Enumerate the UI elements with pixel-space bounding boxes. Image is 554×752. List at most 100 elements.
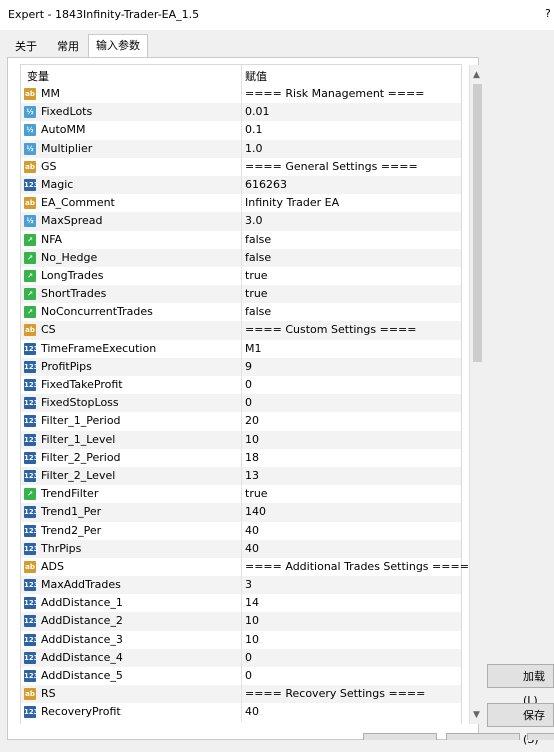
parameter-value[interactable]: 40: [245, 542, 259, 555]
parameter-row[interactable]: 123 RecoveryProfit 40: [21, 703, 461, 722]
ok-button[interactable]: [363, 733, 437, 740]
parameter-row[interactable]: 123 Filter_2_Period 18: [21, 448, 461, 467]
parameter-row[interactable]: 123 TimeFrameExecution M1: [21, 339, 461, 358]
parameter-row[interactable]: ab GS ==== General Settings ====: [21, 157, 461, 176]
parameter-row[interactable]: 123 ProfitPips 9: [21, 357, 461, 376]
parameter-value[interactable]: 14: [245, 596, 259, 609]
save-button[interactable]: 保存(S): [487, 703, 554, 746]
parameter-row[interactable]: 123 AddDistance_1 14: [21, 594, 461, 613]
parameter-row[interactable]: 123 Trend2_Per 40: [21, 521, 461, 540]
parameter-row[interactable]: ↗ NFA false: [21, 230, 461, 249]
parameter-row[interactable]: 123 MaxAddTrades 3: [21, 576, 461, 595]
parameter-value[interactable]: false: [245, 251, 271, 264]
parameter-row[interactable]: ab MM ==== Risk Management ====: [21, 85, 461, 104]
parameter-value[interactable]: ==== General Settings ====: [245, 160, 418, 173]
parameter-value[interactable]: false: [245, 305, 271, 318]
parameter-value[interactable]: 13: [245, 469, 259, 482]
help-button[interactable]: ?: [545, 7, 551, 20]
parameter-value[interactable]: 40: [245, 705, 259, 718]
bool-type-icon: ↗: [24, 288, 36, 301]
column-separator: [241, 121, 242, 140]
parameter-value[interactable]: 0: [245, 378, 252, 391]
parameter-value[interactable]: 0.1: [245, 123, 263, 136]
parameter-value[interactable]: 40: [245, 524, 259, 537]
parameter-value[interactable]: M1: [245, 342, 262, 355]
parameter-value[interactable]: 0: [245, 651, 252, 664]
header-value[interactable]: 赋值: [245, 68, 267, 84]
parameter-value[interactable]: 3: [245, 578, 252, 591]
parameter-row[interactable]: 123 AddDistance_4 0: [21, 648, 461, 667]
parameter-name: LongTrades: [41, 268, 104, 282]
parameter-value[interactable]: 616263: [245, 178, 287, 191]
parameter-row[interactable]: ½ FixedLots 0.01: [21, 103, 461, 122]
integer-type-icon: 123: [24, 397, 39, 410]
parameter-row[interactable]: ↗ NoConcurrentTrades false: [21, 303, 461, 322]
parameter-row[interactable]: ½ Multiplier 1.0: [21, 139, 461, 158]
parameter-value[interactable]: ==== Risk Management ====: [245, 87, 425, 100]
parameter-value[interactable]: 0.01: [245, 105, 270, 118]
parameter-name: FixedStopLoss: [41, 396, 119, 410]
parameter-value[interactable]: 10: [245, 633, 259, 646]
parameter-row[interactable]: 123 AddDistance_3 10: [21, 630, 461, 649]
parameter-row[interactable]: 123 ThrPips 40: [21, 539, 461, 558]
parameter-row[interactable]: 123 Filter_1_Level 10: [21, 430, 461, 449]
parameter-value[interactable]: 10: [245, 614, 259, 627]
parameter-row[interactable]: 123 FixedStopLoss 0: [21, 394, 461, 413]
parameter-name: ShortTrades: [41, 287, 107, 301]
vertical-scrollbar[interactable]: ▲ ▼: [469, 65, 482, 724]
parameter-row[interactable]: 123 Filter_2_Level 13: [21, 466, 461, 486]
parameter-value[interactable]: 1.0: [245, 142, 263, 155]
scroll-thumb[interactable]: [473, 84, 482, 362]
parameter-value[interactable]: true: [245, 269, 268, 282]
parameter-row[interactable]: 123 Magic 616263: [21, 175, 461, 195]
tab-about[interactable]: 关于: [12, 38, 40, 56]
parameter-row[interactable]: ½ AutoMM 0.1: [21, 121, 461, 140]
cancel-button[interactable]: [446, 733, 520, 740]
parameter-value[interactable]: 20: [245, 414, 259, 427]
parameter-row[interactable]: ↗ LongTrades true: [21, 266, 461, 286]
parameter-value[interactable]: 140: [245, 505, 266, 518]
parameter-value[interactable]: 0: [245, 396, 252, 409]
column-separator: [241, 703, 242, 722]
grid-rows: ab MM ==== Risk Management ==== ½ FixedLots 0…: [21, 85, 469, 722]
tab-common[interactable]: 常用: [54, 38, 82, 56]
parameter-row[interactable]: 123 AddDistance_5 0: [21, 667, 461, 686]
parameter-value[interactable]: ==== Recovery Settings ====: [245, 687, 425, 700]
parameter-row[interactable]: ↗ TrendFilter true: [21, 485, 461, 504]
header-variable[interactable]: 变量: [27, 68, 49, 84]
parameter-value[interactable]: true: [245, 287, 268, 300]
scroll-down-icon[interactable]: ▼: [473, 710, 482, 720]
scroll-up-icon[interactable]: ▲: [473, 70, 482, 80]
parameter-value[interactable]: 18: [245, 451, 259, 464]
parameter-row[interactable]: ab EA_Comment Infinity Trader EA: [21, 194, 461, 213]
parameter-row[interactable]: ab ADS ==== Additional Trades Settings ===…: [21, 557, 469, 577]
parameter-row[interactable]: ½ MaxSpread 3.0: [21, 212, 461, 231]
load-button[interactable]: 加载(L): [487, 664, 554, 707]
parameter-name: Filter_2_Level: [41, 468, 116, 482]
parameter-row[interactable]: 123 FixedTakeProfit 0: [21, 376, 461, 395]
parameter-row[interactable]: 123 Filter_1_Period 20: [21, 412, 461, 431]
parameter-value[interactable]: Infinity Trader EA: [245, 196, 339, 209]
integer-type-icon: 123: [24, 542, 39, 555]
parameter-value[interactable]: 0: [245, 669, 252, 682]
parameter-value[interactable]: false: [245, 233, 271, 246]
parameter-value[interactable]: true: [245, 487, 268, 500]
parameter-value[interactable]: ==== Additional Trades Settings ====: [245, 560, 469, 573]
parameter-row[interactable]: 123 Trend1_Per 140: [21, 503, 461, 522]
parameter-value[interactable]: 9: [245, 360, 252, 373]
parameter-value[interactable]: ==== Custom Settings ====: [245, 323, 416, 336]
parameter-row[interactable]: ↗ ShortTrades true: [21, 285, 461, 304]
parameter-row[interactable]: ab CS ==== Custom Settings ====: [21, 321, 461, 340]
parameter-name: GS: [41, 159, 57, 173]
column-separator: [241, 667, 242, 686]
parameter-row[interactable]: 123 AddDistance_2 10: [21, 612, 461, 631]
parameter-row[interactable]: ab RS ==== Recovery Settings ====: [21, 685, 461, 704]
reset-button[interactable]: [527, 733, 554, 740]
window-title: Expert - 1843Infinity-Trader-EA_1.5: [8, 8, 200, 21]
parameter-value[interactable]: 10: [245, 433, 259, 446]
tab-inputs[interactable]: 输入参数: [88, 34, 148, 59]
column-separator: [241, 430, 242, 449]
parameter-row[interactable]: ↗ No_Hedge false: [21, 248, 461, 267]
parameter-value[interactable]: 3.0: [245, 214, 263, 227]
parameter-name: FixedTakeProfit: [41, 378, 123, 391]
